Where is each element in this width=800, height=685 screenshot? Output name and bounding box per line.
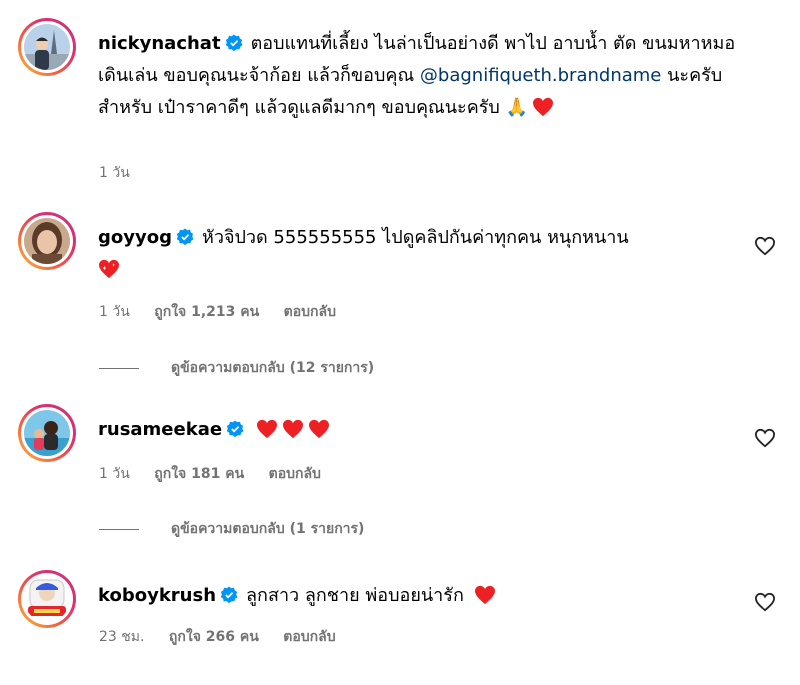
verified-badge-icon (220, 586, 238, 604)
like-count[interactable]: ถูกใจ 266 คน (169, 629, 259, 645)
comment-meta: 1 วัน ถูกใจ 1,213 คน ตอบกลับ (99, 301, 356, 323)
heart-emoji-icon (533, 97, 554, 117)
view-replies-button[interactable]: ดูข้อความตอบกลับ (1 รายการ) (99, 518, 364, 540)
view-replies-label: ดูข้อความตอบกลับ (1 รายการ) (171, 521, 365, 537)
replies-divider (99, 528, 139, 530)
comment-body: koboykrush ลูกสาว ลูกชาย พ่อบอยน่ารัก (98, 580, 738, 612)
view-replies-button[interactable]: ดูข้อความตอบกลับ (12 รายการ) (99, 357, 374, 379)
like-heart-icon[interactable] (754, 592, 776, 612)
avatar-ring[interactable] (18, 570, 76, 628)
like-heart-icon[interactable] (754, 236, 776, 256)
heart-emoji-icon (257, 419, 278, 439)
like-count[interactable]: ถูกใจ 181 คน (154, 466, 244, 482)
timestamp[interactable]: 23 ชม. (99, 629, 144, 645)
comment-meta: 1 วัน (99, 162, 150, 184)
verified-badge-icon (225, 34, 243, 52)
comment-body: nickynachat ตอบแทนที่เลี้ยง ไนล่าเป็นอย่า… (98, 28, 738, 124)
avatar-ring[interactable] (18, 18, 76, 76)
verified-badge-icon (176, 228, 194, 246)
avatar-ring[interactable] (18, 404, 76, 462)
comment-body: goyyog หัวจิปวด 555555555 ไปดูคลิปกันค่าท… (98, 222, 738, 286)
heart-emoji-icon (309, 419, 330, 439)
timestamp[interactable]: 1 วัน (99, 165, 130, 181)
avatar (24, 410, 70, 456)
username[interactable]: koboykrush (98, 585, 216, 606)
username[interactable]: rusameekae (98, 419, 222, 440)
timestamp[interactable]: 1 วัน (99, 304, 130, 320)
username[interactable]: nickynachat (98, 33, 221, 54)
username[interactable]: goyyog (98, 227, 172, 248)
replies-divider (99, 367, 139, 369)
sparkling-heart-emoji-icon (99, 259, 119, 279)
reply-button[interactable]: ตอบกลับ (283, 629, 335, 645)
heart-emoji-icon (283, 419, 304, 439)
avatar (24, 24, 70, 70)
timestamp[interactable]: 1 วัน (99, 466, 130, 482)
comment-meta: 23 ชม. ถูกใจ 266 คน ตอบกลับ (99, 626, 356, 648)
comment-body: rusameekae (98, 414, 738, 446)
view-replies-label: ดูข้อความตอบกลับ (12 รายการ) (171, 360, 375, 376)
like-heart-icon[interactable] (754, 428, 776, 448)
comment-meta: 1 วัน ถูกใจ 181 คน ตอบกลับ (99, 463, 341, 485)
heart-emoji-icon (474, 585, 495, 605)
avatar-ring[interactable] (18, 212, 76, 270)
comment-text: ลูกสาว ลูกชาย พ่อบอยน่ารัก (246, 585, 464, 606)
reply-button[interactable]: ตอบกลับ (269, 466, 321, 482)
reply-button[interactable]: ตอบกลับ (284, 304, 336, 320)
mention-link[interactable]: @bagnifiqueth.brandname (420, 65, 661, 86)
avatar (24, 218, 70, 264)
comment-text: หัวจิปวด 555555555 ไปดูคลิปกันค่าทุกคน ห… (201, 227, 629, 248)
verified-badge-icon (226, 420, 244, 438)
pray-emoji: 🙏 (505, 97, 529, 118)
avatar (24, 576, 70, 622)
like-count[interactable]: ถูกใจ 1,213 คน (154, 304, 259, 320)
